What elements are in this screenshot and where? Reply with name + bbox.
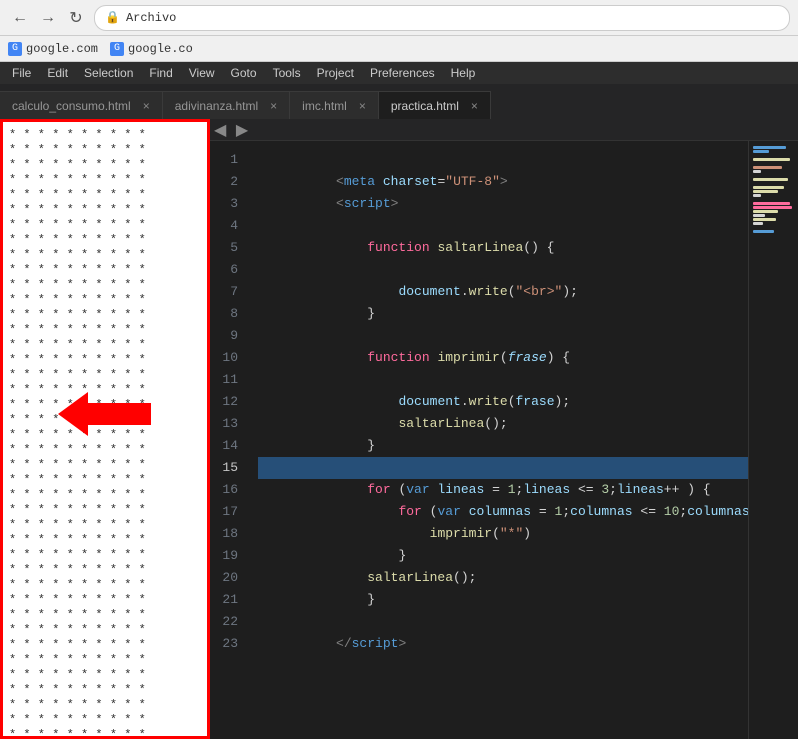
menu-project[interactable]: Project (309, 64, 362, 82)
lock-icon: 🔒 (105, 10, 120, 25)
address-bar[interactable]: 🔒 Archivo (94, 5, 790, 31)
arrow-shape (58, 392, 158, 436)
code-line-4: function saltarLinea() { (258, 215, 748, 237)
editor-content: 1 2 3 4 5 6 7 8 9 10 11 12 13 14 15 16 1… (210, 141, 798, 739)
code-content[interactable]: <meta charset="UTF-8"> <script> function… (250, 141, 748, 739)
bookmark-icon-2: G (110, 42, 124, 56)
tab-label-adivinanza: adivinanza.html (175, 99, 258, 113)
tab-close-practica[interactable]: × (471, 99, 478, 113)
bookmark-icon-1: G (8, 42, 22, 56)
menu-find[interactable]: Find (141, 64, 180, 82)
code-line-6: document.write("<br>"); (258, 259, 748, 281)
bookmark-label-2: google.co (128, 42, 193, 56)
forward-button[interactable]: → (36, 6, 60, 30)
menu-preferences[interactable]: Preferences (362, 64, 443, 82)
tab-label-practica: practica.html (391, 99, 459, 113)
tab-adivinanza[interactable]: adivinanza.html × (163, 91, 290, 119)
browser-toolbar: ← → ↻ 🔒 Archivo (0, 0, 798, 36)
arrow-annotation (58, 392, 158, 436)
tab-close-adivinanza[interactable]: × (270, 99, 277, 113)
code-editor: ◀ ▶ 1 2 3 4 5 6 7 8 9 10 11 12 13 14 15 … (210, 119, 798, 739)
line-numbers: 1 2 3 4 5 6 7 8 9 10 11 12 13 14 15 16 1… (210, 141, 250, 739)
tab-label-calculo: calculo_consumo.html (12, 99, 131, 113)
reload-button[interactable]: ↻ (64, 6, 88, 30)
arrow-head (58, 392, 88, 436)
minimap (748, 141, 798, 739)
back-button[interactable]: ← (8, 6, 32, 30)
tabs-bar: calculo_consumo.html × adivinanza.html ×… (0, 84, 798, 119)
arrow-body (86, 403, 151, 425)
menu-view[interactable]: View (181, 64, 223, 82)
code-line-11: document.write(frase); (258, 369, 748, 391)
sidebar-toggle-icon[interactable]: ◀ ▶ (214, 120, 248, 140)
menu-file[interactable]: File (4, 64, 39, 82)
tab-close-imc[interactable]: × (359, 99, 366, 113)
menu-tools[interactable]: Tools (265, 64, 309, 82)
bookmark-google-2[interactable]: G google.co (110, 42, 193, 56)
browser-chrome: ← → ↻ 🔒 Archivo G google.com G google.co (0, 0, 798, 62)
tab-label-imc: imc.html (302, 99, 347, 113)
menu-selection[interactable]: Selection (76, 64, 141, 82)
code-line-9: function imprimir(frase) { (258, 325, 748, 347)
menu-help[interactable]: Help (443, 64, 484, 82)
tab-calculo[interactable]: calculo_consumo.html × (0, 91, 163, 119)
code-line-22: </script> (258, 611, 748, 633)
menu-bar: File Edit Selection Find View Goto Tools… (0, 62, 798, 84)
tab-imc[interactable]: imc.html × (290, 91, 379, 119)
bookmark-label-1: google.com (26, 42, 98, 56)
browser-page-preview: * * * * * * * * * * * * * * * * * * * * … (0, 119, 210, 739)
minimap-content (749, 141, 798, 238)
address-text: Archivo (126, 11, 176, 25)
menu-edit[interactable]: Edit (39, 64, 76, 82)
bookmarks-bar: G google.com G google.co (0, 36, 798, 62)
main-layout: * * * * * * * * * * * * * * * * * * * * … (0, 119, 798, 739)
code-line-1: <meta charset="UTF-8"> (258, 149, 748, 171)
menu-goto[interactable]: Goto (223, 64, 265, 82)
nav-buttons: ← → ↻ (8, 6, 88, 30)
tab-practica[interactable]: practica.html × (379, 91, 491, 119)
bookmark-google-1[interactable]: G google.com (8, 42, 98, 56)
tab-close-calculo[interactable]: × (143, 99, 150, 113)
code-line-15: for (var lineas = 1;lineas <= 3;lineas++… (258, 457, 748, 479)
